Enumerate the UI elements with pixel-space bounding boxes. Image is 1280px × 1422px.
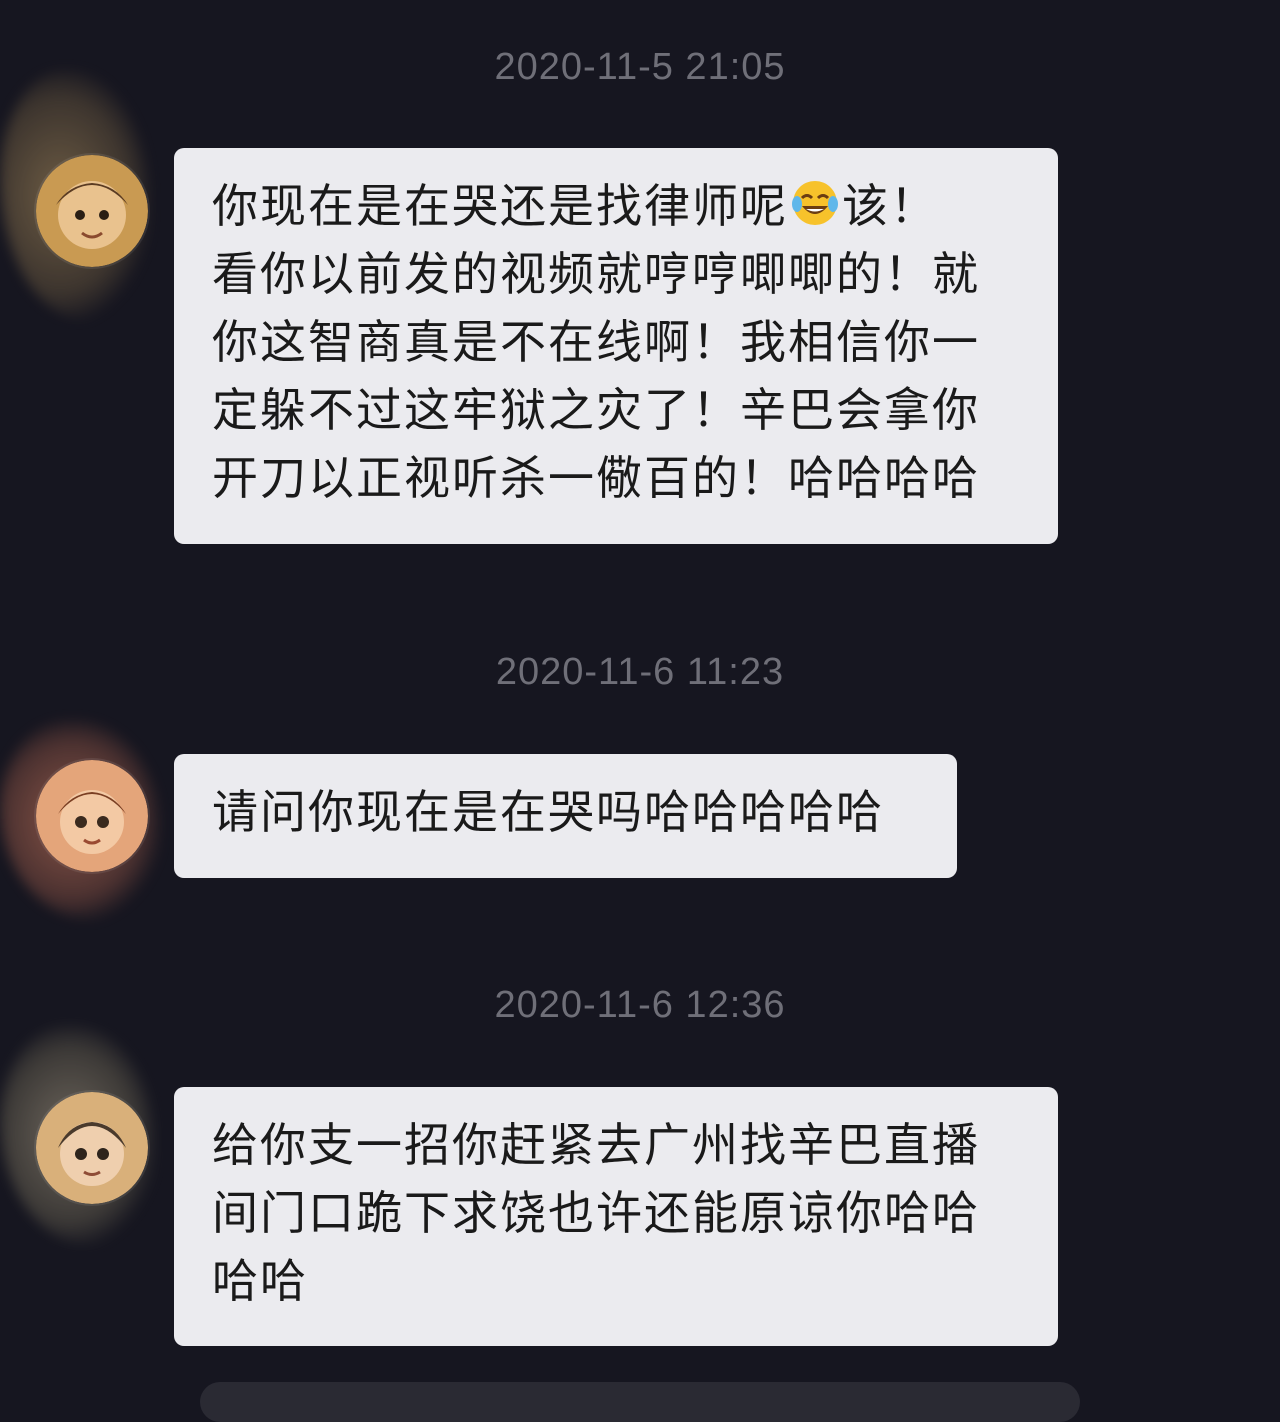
- message-line: 你这智商真是不在线啊！我相信你一: [212, 315, 980, 369]
- input-bar[interactable]: [200, 1382, 1080, 1422]
- message-bubble[interactable]: 给你支一招你赶紧去广州找辛巴直播 间门口跪下求饶也许还能原谅你哈哈 哈哈: [174, 1087, 1058, 1346]
- avatar[interactable]: [36, 1092, 148, 1204]
- message-timestamp: 2020-11-6 11:23: [495, 651, 785, 693]
- message-timestamp: 2020-11-6 12:36: [494, 984, 786, 1026]
- cartoon-kid-avatar-icon: [36, 155, 148, 267]
- message-line: 开刀以正视听杀一儆百的！哈哈哈哈: [212, 451, 980, 505]
- message-line: 看你以前发的视频就哼哼唧唧的！就: [212, 247, 980, 301]
- message-line: 定躲不过这牢狱之灾了！辛巴会拿你: [212, 383, 980, 437]
- message-line: 哈哈: [212, 1254, 308, 1308]
- avatar[interactable]: [36, 760, 148, 872]
- tears-of-joy-emoji-icon: [792, 181, 838, 225]
- message-line-text: 你现在是在哭还是找律师呢: [212, 179, 788, 233]
- message-line: 请问你现在是在哭吗哈哈哈哈哈: [212, 785, 884, 839]
- message-line: 间门口跪下求饶也许还能原谅你哈哈: [212, 1186, 980, 1240]
- message-bubble[interactable]: 你现在是在哭还是找律师呢 该！ 看你以前发的视频就哼哼唧唧的！就 你这智商真是不在…: [174, 148, 1058, 544]
- message-line: 你现在是在哭还是找律师呢 该！: [212, 172, 1020, 240]
- message-timestamp: 2020-11-5 21:05: [494, 46, 786, 88]
- avatar[interactable]: [36, 155, 148, 267]
- chat-thread: 2020-11-5 21:05 你现在是在哭还是找律师呢 该！ 看你以前发的视频就…: [0, 0, 1280, 1422]
- cartoon-kid-avatar-icon: [36, 760, 148, 872]
- message-line: 给你支一招你赶紧去广州找辛巴直播: [212, 1118, 980, 1172]
- cartoon-kid-avatar-icon: [36, 1092, 148, 1204]
- message-bubble[interactable]: 请问你现在是在哭吗哈哈哈哈哈: [174, 754, 957, 878]
- message-line-suffix: 该！: [842, 179, 938, 233]
